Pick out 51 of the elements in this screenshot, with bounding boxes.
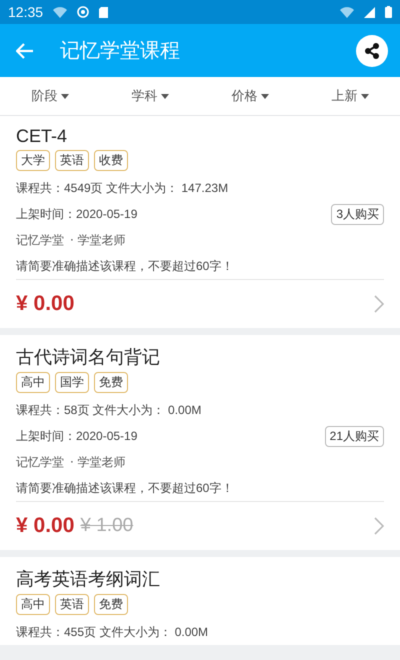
- course-tag: 大学: [16, 150, 50, 171]
- share-icon: [363, 42, 381, 60]
- course-title: 高考英语考纲词汇: [16, 568, 161, 591]
- course-tag: 免费: [94, 594, 128, 615]
- course-info: 课程共：4549页 文件大小为： 147.23M: [16, 180, 228, 196]
- filter-dropdown[interactable]: 价格: [200, 86, 300, 106]
- course-info: 课程共：455页 文件大小为： 0.00M: [16, 624, 208, 640]
- course-tag: 收费: [94, 150, 128, 171]
- page-title: 记忆学堂课程: [60, 37, 181, 64]
- course-title: CET-4: [16, 126, 68, 147]
- course-tag: 免费: [94, 372, 128, 393]
- filter-dropdown[interactable]: 上新: [300, 86, 400, 106]
- caret-icon: [360, 94, 368, 98]
- chevron-right-icon: [374, 517, 384, 535]
- course-card[interactable]: 高考英语考纲词汇 高中 英语 免费 课程共：455页 文件大小为： 0.00M: [0, 557, 400, 645]
- course-tag: 高中: [16, 594, 50, 615]
- release-date: 上架时间：2020-05-19: [16, 428, 138, 444]
- publisher-name: 记忆学堂: [16, 232, 64, 248]
- course-info: 课程共：58页 文件大小为： 0.00M: [16, 402, 202, 418]
- caret-icon: [260, 94, 268, 98]
- course-tag: 英语: [55, 594, 89, 615]
- course-tag: 英语: [55, 150, 89, 171]
- caret-icon: [60, 94, 68, 98]
- teacher-name: · 学堂老师: [70, 232, 126, 248]
- publisher-name: 记忆学堂: [16, 454, 64, 470]
- release-date: 上架时间：2020-05-19: [16, 206, 138, 222]
- teacher-name: · 学堂老师: [70, 454, 126, 470]
- filter-dropdown[interactable]: 学科: [100, 86, 200, 106]
- status-time: 12:35: [8, 4, 44, 20]
- price: ¥ 0.00: [16, 292, 74, 316]
- wifi-icon: [340, 6, 354, 18]
- battery-icon: [385, 6, 392, 18]
- course-description: 请简要准确描述该课程，不要超过60字！: [16, 480, 234, 496]
- caret-icon: [160, 94, 168, 98]
- wifi-icon: [53, 6, 68, 18]
- share-button[interactable]: [356, 34, 388, 66]
- chevron-right-icon: [374, 295, 384, 313]
- sd-card-icon: [99, 6, 108, 18]
- back-arrow-icon[interactable]: [16, 42, 34, 58]
- course-tag: 高中: [16, 372, 50, 393]
- course-description: 请简要准确描述该课程，不要超过60字！: [16, 258, 234, 274]
- course-tag: 国学: [55, 372, 89, 393]
- buyer-count: 21人购买: [324, 426, 384, 446]
- course-card[interactable]: CET-4 大学 英语 收费 课程共：4549页 文件大小为： 147.23M 上架时间：2020-05-19 3人购买 记忆学堂 · 学堂老师 请简要准确描述该课程，不要超过60字！ ¥ 0.00: [0, 116, 400, 328]
- price: ¥ 0.00: [16, 514, 74, 538]
- buyer-count: 3人购买: [331, 204, 384, 224]
- course-title: 古代诗词名句背记: [16, 346, 161, 369]
- filter-dropdown[interactable]: 阶段: [0, 86, 100, 106]
- signal-icon: [364, 6, 375, 18]
- course-card[interactable]: 古代诗词名句背记 高中 国学 免费 课程共：58页 文件大小为： 0.00M 上架时间：2020-05-19 21人购买 记忆学堂 · 学堂老师 请简要准确描述该课程，不要超过60字！ ¥ 0.00 ¥ 1.00: [0, 335, 400, 550]
- original-price: ¥ 1.00: [80, 515, 134, 537]
